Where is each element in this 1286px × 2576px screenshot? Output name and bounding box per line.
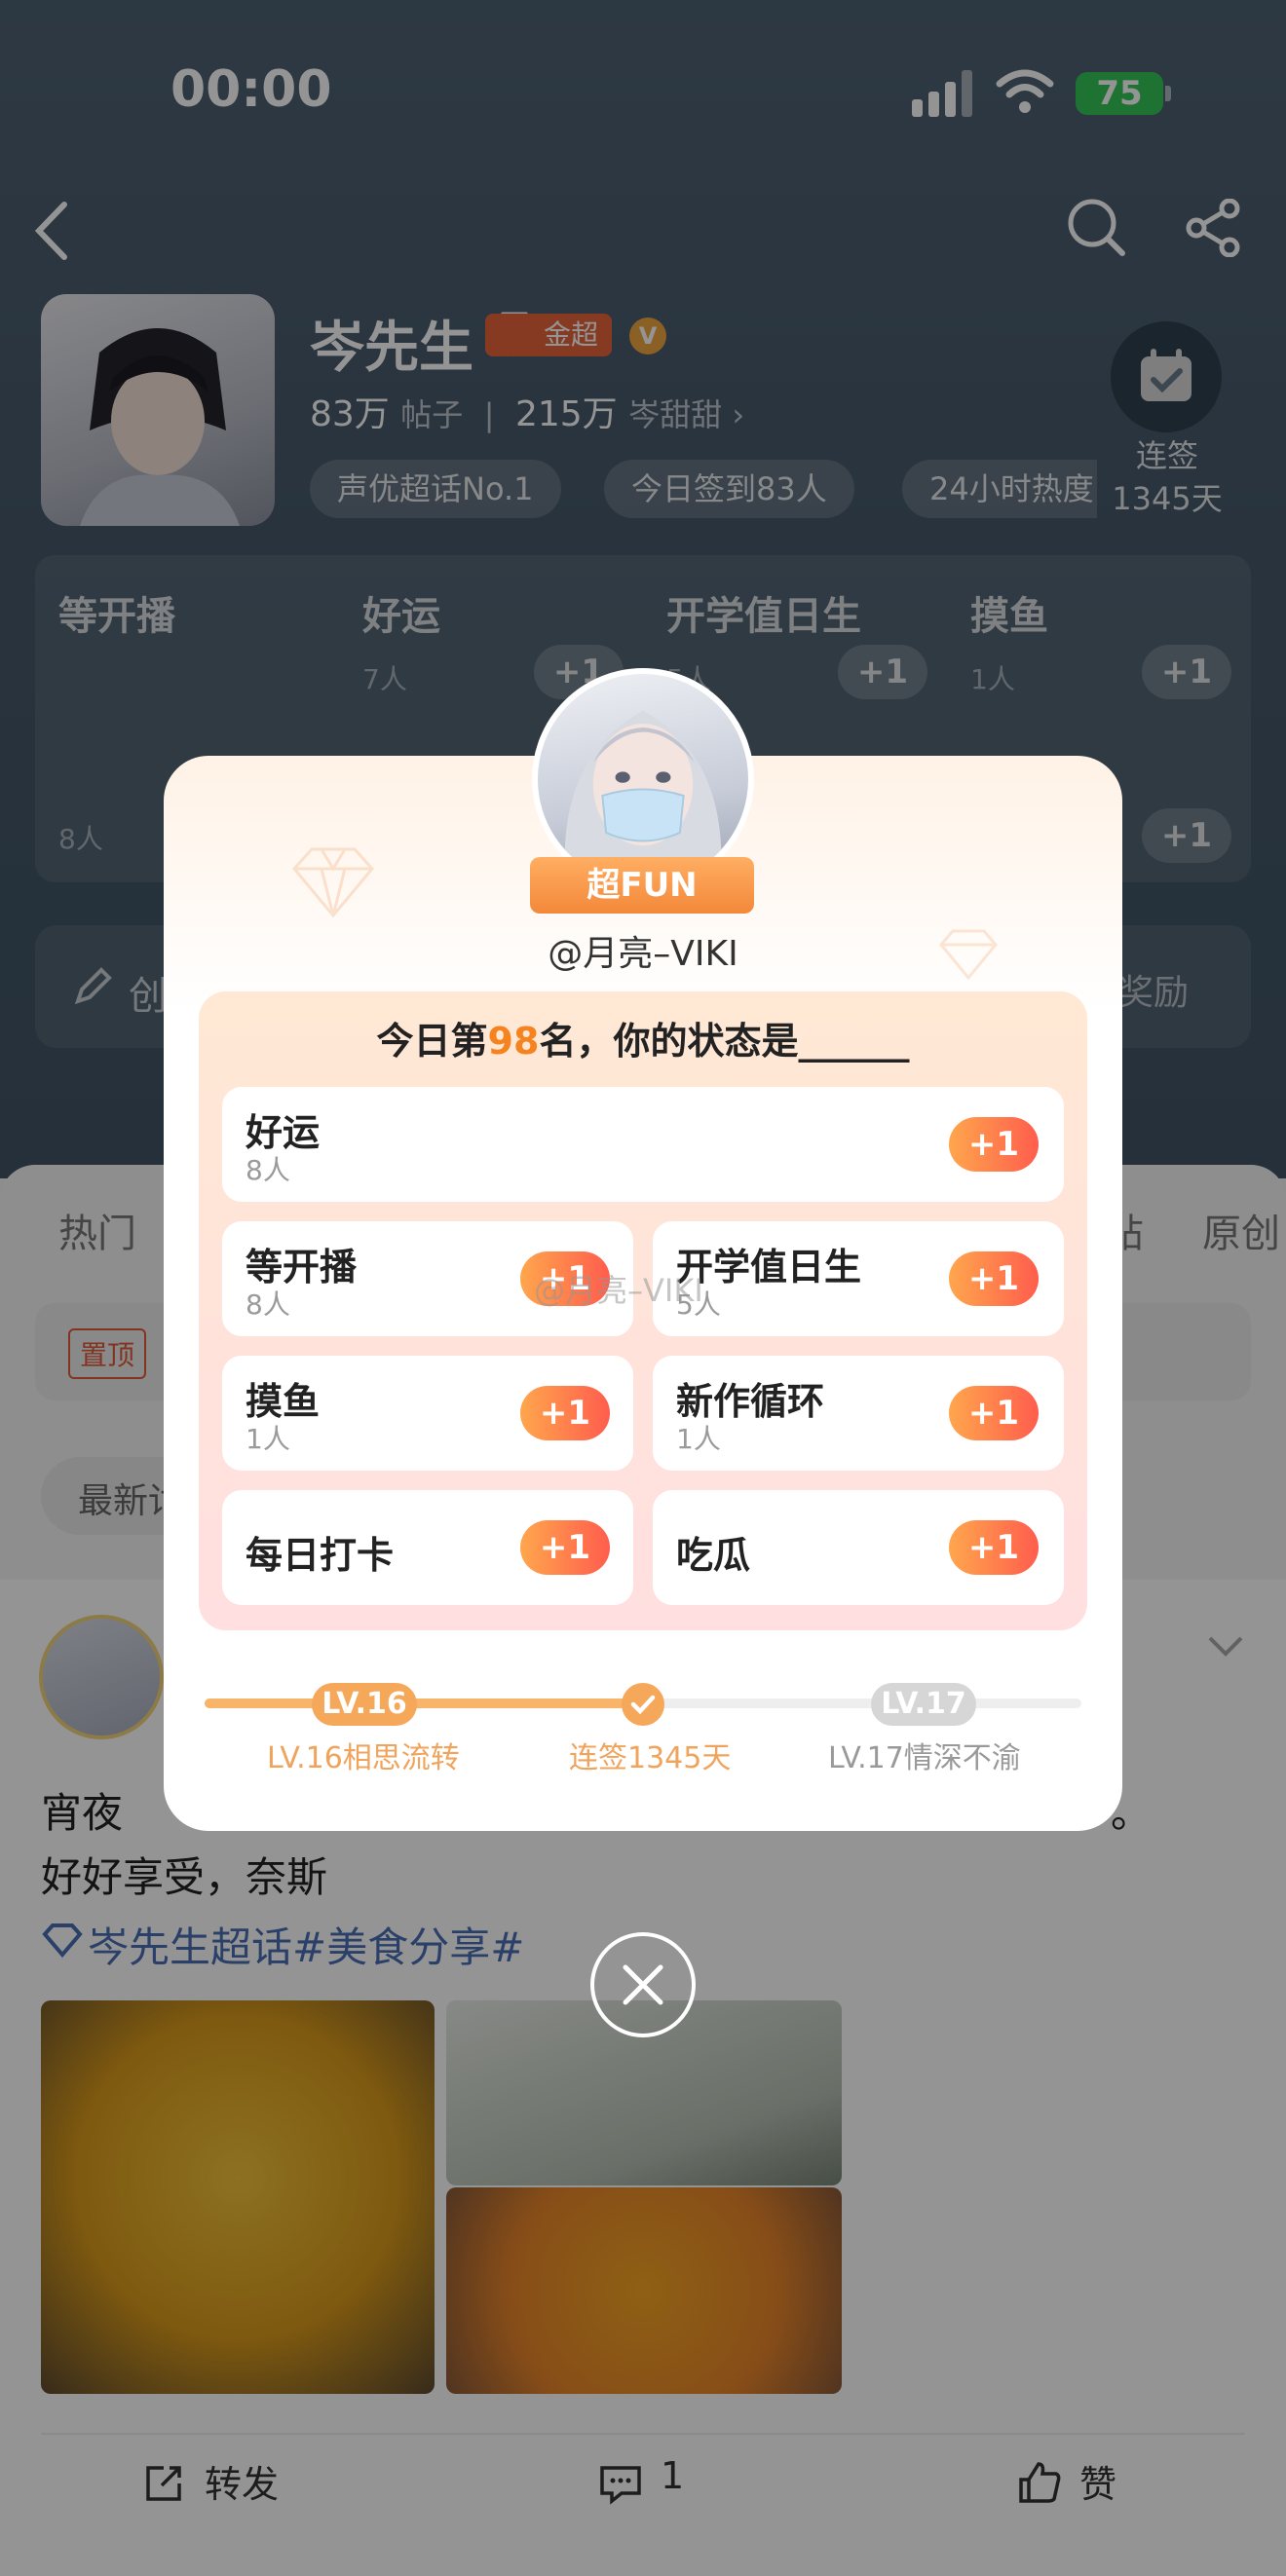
option-count: 1人 [676,1423,721,1455]
level-progress-fill [205,1699,641,1708]
title-suffix: 名，你的状态是______ [539,1020,910,1063]
streak-label: 连签1345天 [569,1741,732,1775]
current-level-pill: LV.16 [312,1683,417,1726]
option-label: 新作循环 [676,1380,825,1423]
title-prefix: 今日第 [376,1020,488,1063]
current-level-label: LV.16相思流转 [267,1741,460,1775]
next-level-pill: LV.17 [871,1683,976,1726]
option-label: 摸鱼 [246,1380,321,1423]
modal-username: @月亮–VIKI [548,934,738,974]
status-option-card[interactable] [222,1087,1064,1202]
diamond-decoration-icon [292,847,374,918]
close-icon [623,1964,663,2005]
plus-one-button[interactable]: +1 [949,1251,1039,1306]
plus-one-button[interactable]: +1 [520,1386,610,1440]
option-label: 等开播 [246,1246,358,1288]
plus-one-button[interactable]: +1 [949,1386,1039,1440]
plus-one-button[interactable]: +1 [949,1117,1039,1172]
diamond-decoration-icon [939,929,998,981]
plus-one-button[interactable]: +1 [949,1520,1039,1575]
option-label: 开学值日生 [676,1246,862,1288]
modal-title: 今日第98名，你的状态是______ [199,1011,1087,1064]
option-label: 好运 [246,1111,321,1154]
close-button[interactable] [590,1932,696,2037]
option-count: 8人 [246,1288,290,1321]
rank-number: 98 [487,1020,540,1063]
option-label: 吃瓜 [676,1534,751,1577]
user-tier-badge: 超FUN [530,857,754,914]
option-count: 1人 [246,1423,290,1455]
checkin-check-icon [622,1683,664,1726]
image-watermark: @月亮–VIKI [534,1272,703,1309]
plus-one-button[interactable]: +1 [520,1520,610,1575]
option-label: 每日打卡 [246,1534,395,1577]
option-count: 8人 [246,1154,290,1186]
next-level-label: LV.17情深不渝 [828,1741,1021,1775]
